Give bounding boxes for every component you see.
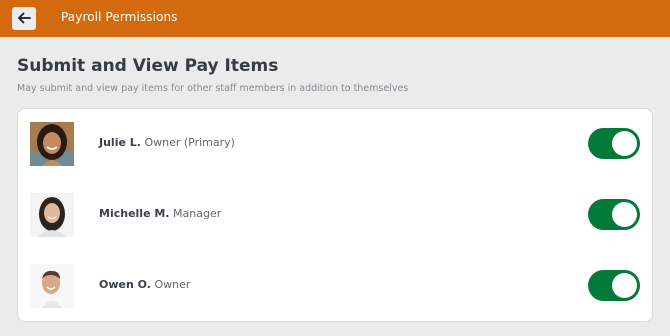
permission-toggle[interactable] — [588, 199, 640, 230]
section-subtitle: May submit and view pay items for other … — [17, 83, 409, 94]
permission-toggle[interactable] — [588, 128, 640, 159]
toggle-knob — [612, 131, 637, 156]
avatar — [30, 264, 74, 308]
staff-role: Owner (Primary) — [144, 136, 235, 149]
staff-permission-list: Julie L. Owner (Primary) Michelle M. Man… — [17, 108, 653, 322]
staff-row: Julie L. Owner (Primary) — [18, 114, 652, 174]
permission-toggle[interactable] — [588, 270, 640, 301]
section-title: Submit and View Pay Items — [17, 56, 279, 76]
staff-name: Owen O. — [99, 278, 151, 291]
toggle-knob — [612, 202, 637, 227]
staff-row: Michelle M. Manager — [18, 185, 652, 245]
staff-row: Owen O. Owner — [18, 256, 652, 316]
back-button[interactable] — [12, 7, 36, 30]
avatar — [30, 193, 74, 237]
staff-name: Michelle M. — [99, 207, 170, 220]
toggle-knob — [612, 273, 637, 298]
staff-role: Manager — [173, 207, 222, 220]
staff-name: Julie L. — [99, 136, 141, 149]
arrow-left-icon — [17, 9, 31, 28]
staff-role: Owner — [154, 278, 191, 291]
top-bar: Payroll Permissions — [0, 0, 670, 37]
avatar — [30, 122, 74, 166]
page-title: Payroll Permissions — [61, 10, 178, 24]
